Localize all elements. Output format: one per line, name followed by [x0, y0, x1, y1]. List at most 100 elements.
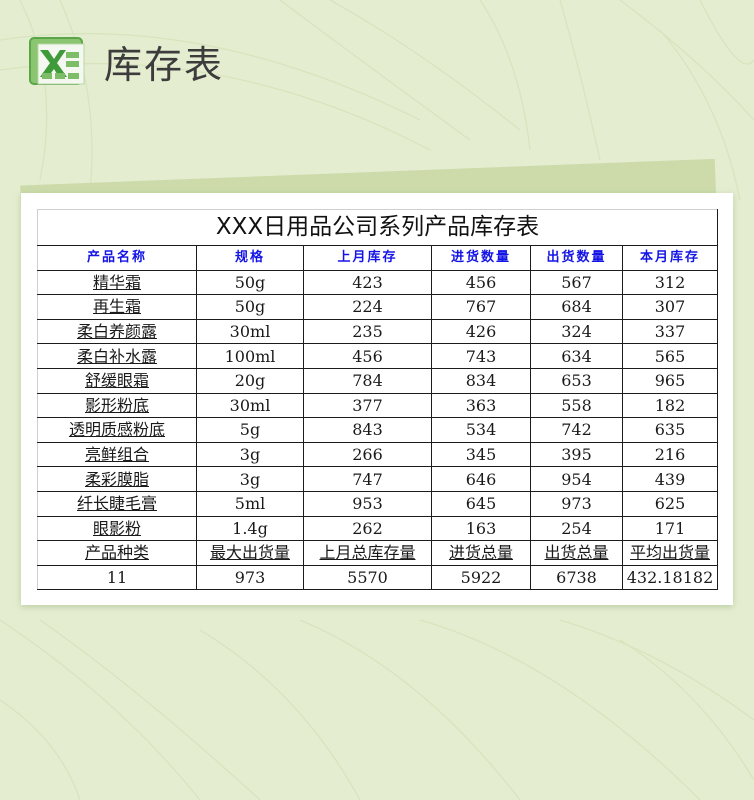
- table-title[interactable]: XXX日用品公司系列产品库存表: [37, 209, 718, 246]
- column-header[interactable]: 产品名称: [37, 245, 197, 271]
- table-cell[interactable]: 377: [303, 392, 432, 419]
- excel-icon: [26, 34, 90, 88]
- summary-label[interactable]: 最大出货量: [196, 540, 304, 566]
- product-name-cell[interactable]: 透明质感粉底: [37, 417, 197, 443]
- table-cell[interactable]: 50g: [196, 269, 304, 296]
- table-cell[interactable]: 100ml: [196, 343, 304, 369]
- product-name-cell[interactable]: 再生霜: [37, 294, 197, 320]
- table-cell[interactable]: 363: [431, 392, 531, 419]
- table-cell[interactable]: 20g: [196, 367, 304, 394]
- summary-label[interactable]: 进货总量: [431, 540, 531, 566]
- table-cell[interactable]: 953: [303, 490, 432, 517]
- table-cell[interactable]: 954: [530, 466, 623, 492]
- summary-value[interactable]: 973: [196, 564, 304, 591]
- summary-value[interactable]: 432.18182: [622, 564, 718, 591]
- table-cell[interactable]: 337: [622, 318, 718, 345]
- table-cell[interactable]: 1.4g: [196, 515, 304, 542]
- table-cell[interactable]: 30ml: [196, 392, 304, 419]
- summary-label[interactable]: 上月总库存量: [303, 540, 432, 566]
- table-row: 眼影粉 1.4g 262 163 254 171: [37, 515, 718, 542]
- table-cell[interactable]: 747: [303, 466, 432, 492]
- summary-label-row: 产品种类 最大出货量 上月总库存量 进货总量 出货总量 平均出货量: [37, 540, 718, 566]
- product-name-cell[interactable]: 柔彩膜脂: [37, 466, 197, 492]
- inventory-table: XXX日用品公司系列产品库存表 产品名称 规格 上月库存 进货数量 出货数量 本月库存 精华…: [37, 209, 718, 591]
- summary-value[interactable]: 11: [37, 564, 197, 591]
- table-cell[interactable]: 743: [431, 343, 531, 369]
- table-cell[interactable]: 345: [431, 441, 531, 468]
- table-cell[interactable]: 163: [431, 515, 531, 542]
- product-name-cell[interactable]: 眼影粉: [37, 515, 197, 542]
- table-cell[interactable]: 395: [530, 441, 623, 468]
- table-cell[interactable]: 534: [431, 417, 531, 443]
- table-cell[interactable]: 3g: [196, 466, 304, 492]
- table-cell[interactable]: 3g: [196, 441, 304, 468]
- table-cell[interactable]: 834: [431, 367, 531, 394]
- table-cell[interactable]: 182: [622, 392, 718, 419]
- table-cell[interactable]: 171: [622, 515, 718, 542]
- table-cell[interactable]: 767: [431, 294, 531, 320]
- table-cell[interactable]: 262: [303, 515, 432, 542]
- table-cell[interactable]: 558: [530, 392, 623, 419]
- table-row: 柔彩膜脂 3g 747 646 954 439: [37, 466, 718, 492]
- column-header[interactable]: 本月库存: [622, 245, 718, 271]
- summary-value[interactable]: 5570: [303, 564, 432, 591]
- summary-value[interactable]: 6738: [530, 564, 623, 591]
- table-cell[interactable]: 456: [303, 343, 432, 369]
- table-cell[interactable]: 324: [530, 318, 623, 345]
- column-header-row: 产品名称 规格 上月库存 进货数量 出货数量 本月库存: [37, 245, 718, 271]
- table-row: 柔白补水露 100ml 456 743 634 565: [37, 343, 718, 369]
- table-cell[interactable]: 684: [530, 294, 623, 320]
- table-row: 亮鲜组合 3g 266 345 395 216: [37, 441, 718, 468]
- product-name-cell[interactable]: 柔白养颜露: [37, 318, 197, 345]
- table-cell[interactable]: 635: [622, 417, 718, 443]
- table-cell[interactable]: 30ml: [196, 318, 304, 345]
- table-cell[interactable]: 5g: [196, 417, 304, 443]
- column-header[interactable]: 规格: [196, 245, 304, 271]
- table-cell[interactable]: 973: [530, 490, 623, 517]
- page-title: 库存表: [104, 42, 225, 87]
- product-name-cell[interactable]: 精华霜: [37, 269, 197, 296]
- table-cell[interactable]: 266: [303, 441, 432, 468]
- table-row: 精华霜 50g 423 456 567 312: [37, 269, 718, 296]
- table-cell[interactable]: 216: [622, 441, 718, 468]
- table-cell[interactable]: 843: [303, 417, 432, 443]
- table-cell[interactable]: 634: [530, 343, 623, 369]
- table-cell[interactable]: 784: [303, 367, 432, 394]
- table-cell[interactable]: 965: [622, 367, 718, 394]
- column-header[interactable]: 进货数量: [431, 245, 531, 271]
- table-cell[interactable]: 565: [622, 343, 718, 369]
- table-cell[interactable]: 235: [303, 318, 432, 345]
- table-row: 纤长睫毛膏 5ml 953 645 973 625: [37, 490, 718, 517]
- table-cell[interactable]: 307: [622, 294, 718, 320]
- table-cell[interactable]: 423: [303, 269, 432, 296]
- product-name-cell[interactable]: 柔白补水露: [37, 343, 197, 369]
- column-header[interactable]: 上月库存: [303, 245, 432, 271]
- table-cell[interactable]: 646: [431, 466, 531, 492]
- spreadsheet-card: XXX日用品公司系列产品库存表 产品名称 规格 上月库存 进货数量 出货数量 本月库存 精华…: [21, 193, 733, 605]
- summary-value[interactable]: 5922: [431, 564, 531, 591]
- table-cell[interactable]: 224: [303, 294, 432, 320]
- table-cell[interactable]: 254: [530, 515, 623, 542]
- table-cell[interactable]: 645: [431, 490, 531, 517]
- table-row: 再生霜 50g 224 767 684 307: [37, 294, 718, 320]
- table-cell[interactable]: 625: [622, 490, 718, 517]
- table-cell[interactable]: 5ml: [196, 490, 304, 517]
- table-cell[interactable]: 50g: [196, 294, 304, 320]
- table-cell[interactable]: 312: [622, 269, 718, 296]
- product-name-cell[interactable]: 亮鲜组合: [37, 441, 197, 468]
- table-cell[interactable]: 439: [622, 466, 718, 492]
- summary-label[interactable]: 平均出货量: [622, 540, 718, 566]
- product-name-cell[interactable]: 纤长睫毛膏: [37, 490, 197, 517]
- page-header: 库存表: [26, 31, 224, 91]
- table-cell[interactable]: 567: [530, 269, 623, 296]
- table-cell[interactable]: 653: [530, 367, 623, 394]
- summary-label[interactable]: 产品种类: [37, 540, 197, 566]
- table-cell[interactable]: 742: [530, 417, 623, 443]
- product-name-cell[interactable]: 舒缓眼霜: [37, 367, 197, 394]
- column-header[interactable]: 出货数量: [530, 245, 623, 271]
- product-name-cell[interactable]: 影形粉底: [37, 392, 197, 419]
- summary-label[interactable]: 出货总量: [530, 540, 623, 566]
- table-cell[interactable]: 426: [431, 318, 531, 345]
- table-cell[interactable]: 456: [431, 269, 531, 296]
- summary-value-row: 11 973 5570 5922 6738 432.18182: [37, 564, 718, 591]
